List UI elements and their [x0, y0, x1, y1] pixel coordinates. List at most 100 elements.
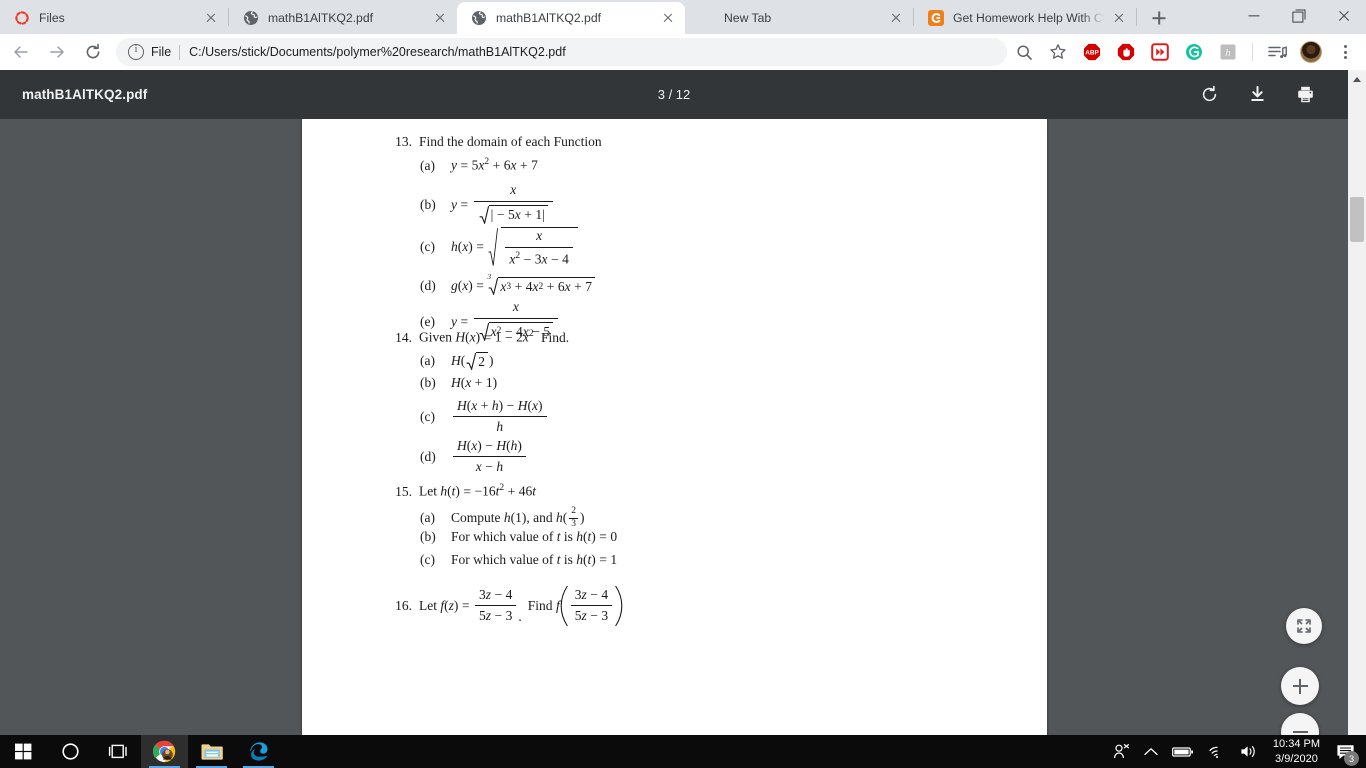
tab-math-pdf-2-active[interactable]: mathB1AlTKQ2.pdf	[457, 2, 685, 34]
cortana-circle-icon[interactable]	[47, 735, 94, 768]
item-label: (c)	[420, 408, 435, 424]
item-label: (a)	[420, 353, 435, 368]
show-hidden-icons-chevron[interactable]	[1137, 735, 1165, 768]
volume-icon[interactable]	[1233, 735, 1265, 768]
svg-text:h: h	[1225, 47, 1231, 59]
tab-title: New Tab	[724, 11, 772, 25]
item-expression: h(x) = x x2−3x −4	[451, 227, 579, 267]
item-expression: g(x) = 3 x 3 +4 x 2 +6 x +7	[451, 272, 596, 295]
honey-extension[interactable]: h	[1214, 38, 1242, 66]
tab-close-button[interactable]	[885, 7, 907, 29]
problem-number: 15.	[395, 483, 412, 499]
problem-13-stem: 13. Find the domain of each Function	[386, 134, 601, 150]
minimize-icon[interactable]	[1231, 0, 1276, 32]
edge-taskbar-icon[interactable]	[235, 735, 282, 768]
browser-toolbar: File C:/Users/stick/Documents/polymer%20…	[0, 34, 1366, 70]
item-label: (a)	[420, 157, 435, 173]
problem-number: 14.	[395, 329, 412, 345]
three-dot-menu-icon[interactable]	[1331, 38, 1359, 66]
pdf-page-canvas[interactable]: 13. Find the domain of each Function (a)…	[302, 117, 1047, 735]
vertical-scrollbar[interactable]	[1348, 70, 1366, 735]
notification-center-icon[interactable]: 3	[1328, 735, 1362, 768]
blank-favicon	[699, 10, 715, 26]
zoom-in-button[interactable]	[1281, 667, 1319, 705]
file-explorer-taskbar-icon[interactable]	[188, 735, 235, 768]
item-expression: H( 2 )	[451, 352, 494, 370]
tab-close-button[interactable]	[657, 7, 679, 29]
scroll-up-arrow[interactable]	[1348, 70, 1366, 88]
item-label: (b)	[420, 375, 436, 390]
video-downloader-extension[interactable]	[1146, 38, 1174, 66]
problem-15b: (b) For which value of t is h(t) = 0	[420, 529, 617, 545]
tab-new-tab[interactable]: New Tab	[685, 2, 913, 34]
tab-close-button[interactable]	[1108, 7, 1130, 29]
back-icon[interactable]	[6, 37, 36, 67]
tab-separator	[1136, 8, 1137, 26]
chrome-taskbar-icon[interactable]	[141, 735, 188, 768]
task-view-icon[interactable]	[94, 735, 141, 768]
item-label: (b)	[420, 529, 436, 544]
media-playlist-icon[interactable]	[1263, 38, 1291, 66]
right-paren	[614, 585, 623, 627]
let-word: Let	[419, 483, 437, 499]
people-icon[interactable]	[1106, 735, 1137, 768]
problem-text: Let h(t) = −16t2 +46t	[419, 483, 537, 499]
problem-14c: (c) H(x + h) − H(x) h	[420, 398, 549, 436]
item-expression: H(x +1)	[451, 375, 498, 390]
tab-files[interactable]: Files	[0, 2, 228, 34]
new-tab-button[interactable]	[1145, 4, 1173, 32]
problem-text: Let f(z) = 3z −4 5z −3 . Find f 3z − 4 5…	[419, 585, 623, 627]
zoom-out-button[interactable]	[1281, 713, 1319, 735]
url-text: C:/Users/stick/Documents/polymer%20resea…	[189, 45, 566, 59]
toolbar-actions: ABP h	[1007, 38, 1366, 66]
tab-chegg[interactable]: Get Homework Help With Che	[914, 2, 1136, 34]
scrollbar-thumb[interactable]	[1350, 197, 1364, 242]
item-label: (c)	[420, 239, 435, 254]
rotate-icon[interactable]	[1192, 78, 1226, 112]
item-label: (d)	[420, 278, 436, 293]
clock[interactable]: 10:34 PM 3/9/2020	[1265, 737, 1328, 767]
find-word: Find	[527, 598, 553, 613]
problem-14b: (b) H(x +1)	[420, 375, 497, 391]
clock-time: 10:34 PM	[1272, 737, 1320, 750]
pdf-page-indicator: 3 / 12	[657, 87, 691, 102]
forward-icon[interactable]	[42, 37, 72, 67]
problem-14a: (a) H( 2 )	[420, 352, 494, 370]
info-circle-icon[interactable]	[128, 43, 144, 60]
print-icon[interactable]	[1288, 78, 1322, 112]
maximize-icon[interactable]	[1276, 0, 1321, 32]
is-word: is	[563, 529, 573, 544]
menu-dots	[1343, 45, 1347, 59]
avatar[interactable]	[1297, 38, 1325, 66]
windows-start-icon[interactable]	[0, 735, 47, 768]
item-label: (b)	[420, 197, 436, 213]
wifi-icon[interactable]	[1201, 735, 1233, 768]
problem-number: 13.	[395, 134, 412, 149]
tab-math-pdf-1[interactable]: mathB1AlTKQ2.pdf	[229, 2, 457, 34]
battery-icon[interactable]	[1165, 735, 1201, 768]
grammarly-extension[interactable]	[1180, 38, 1208, 66]
is-word: is	[563, 552, 573, 567]
close-icon[interactable]	[1321, 0, 1366, 32]
tab-close-button[interactable]	[429, 7, 451, 29]
ublock-origin-extension[interactable]	[1112, 38, 1140, 66]
pdf-toolbar: mathB1AlTKQ2.pdf 3 / 12	[0, 70, 1348, 119]
adblock-plus-extension[interactable]: ABP	[1078, 38, 1106, 66]
document-content: 13. Find the domain of each Function (a)…	[302, 117, 1047, 735]
reload-icon[interactable]	[78, 37, 108, 67]
item-expression: H(x) − H(h) x − h	[451, 438, 528, 476]
bookmark-star-icon[interactable]	[1044, 38, 1072, 66]
fit-to-page-button[interactable]	[1286, 608, 1322, 644]
download-icon[interactable]	[1240, 78, 1274, 112]
item-expression: H(x + h) − H(x) h	[451, 398, 549, 436]
item-expression: y = x | −5 x +1|	[451, 182, 555, 229]
problem-number: 16.	[395, 598, 412, 613]
url-separator	[179, 44, 181, 60]
clock-date: 3/9/2020	[1275, 752, 1318, 765]
address-bar[interactable]: File C:/Users/stick/Documents/polymer%20…	[116, 38, 1007, 66]
zoom-out-page-icon[interactable]	[1010, 38, 1038, 66]
tab-close-button[interactable]	[200, 7, 222, 29]
problem-13d: (d) g(x) = 3 x 3 +4 x 2 +6 x +7	[420, 272, 596, 295]
item-label: (a)	[420, 510, 435, 526]
item-label: (d)	[420, 448, 436, 464]
